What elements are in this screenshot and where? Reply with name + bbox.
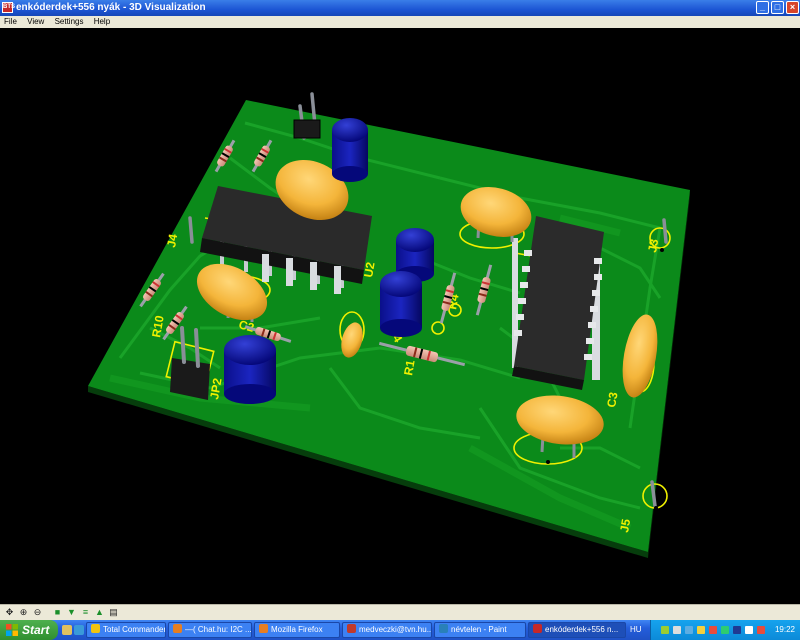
label-j4: J4 [164, 233, 180, 249]
tray-icon[interactable] [745, 626, 753, 634]
firefox-icon [173, 624, 182, 633]
taskbar-item[interactable]: medveczki@tvn.hu... [342, 622, 432, 638]
minimize-button[interactable]: _ [756, 1, 769, 14]
maximize-button[interactable]: □ [771, 1, 784, 14]
label-c3: C3 [604, 391, 621, 409]
menu-bar: File View Settings Help [0, 16, 800, 28]
menu-settings[interactable]: Settings [51, 16, 88, 26]
start-label: Start [22, 623, 50, 637]
paint-icon [439, 624, 448, 633]
component-icon[interactable]: ▲ [94, 607, 105, 618]
menu-file[interactable]: File [0, 16, 21, 26]
jumper-header-top [293, 119, 321, 139]
total-commander-icon [91, 624, 100, 633]
menu-help[interactable]: Help [90, 16, 114, 26]
system-tray: 19:22 [650, 620, 800, 640]
quicklaunch-icon[interactable] [62, 625, 72, 635]
taskbar-item-active[interactable]: enkóderdek+556 n... [528, 622, 626, 638]
taskbar: Start Total Commander ... —( Chat.hu: I2… [0, 620, 800, 640]
tray-icon[interactable] [673, 626, 681, 634]
view-toolstrip: ✥ ⊕ ⊖ ■ ▼ ≡ ▲ ▤ [0, 604, 800, 621]
board-color-icon[interactable]: ■ [52, 607, 63, 618]
mail-icon [347, 624, 356, 633]
tray-icon[interactable] [733, 626, 741, 634]
tray-icon[interactable] [721, 626, 729, 634]
tray-icon[interactable] [709, 626, 717, 634]
pcb-3d-render: J3 J5 C2 C3 C4 U2 U3 R1 R4 R10 JP2 J4 [88, 92, 690, 558]
app-icon: BTS [2, 2, 15, 13]
menu-view[interactable]: View [23, 16, 48, 26]
settings-icon[interactable]: ▤ [108, 607, 119, 618]
tray-icon[interactable] [757, 626, 765, 634]
window-title: enkóderdek+556 nyák - 3D Visualization [16, 2, 206, 13]
title-bar: BTS enkóderdek+556 nyák - 3D Visualizati… [0, 0, 800, 16]
label-j5: J5 [617, 518, 633, 534]
firefox-icon [259, 624, 268, 633]
taskbar-item[interactable]: Mozilla Firefox [254, 622, 340, 638]
taskbar-item[interactable]: névtelen - Paint [434, 622, 526, 638]
tray-icon[interactable] [685, 626, 693, 634]
app-icon [533, 624, 542, 633]
zoom-out-icon[interactable]: ⊖ [32, 607, 43, 618]
top-view-icon[interactable]: ▼ [66, 607, 77, 618]
pan-icon[interactable]: ✥ [4, 607, 15, 618]
3d-viewport[interactable]: J3 J5 C2 C3 C4 U2 U3 R1 R4 R10 JP2 J4 [0, 28, 800, 604]
windows-logo-icon [6, 624, 18, 636]
label-j3: J3 [645, 238, 661, 254]
start-button[interactable]: Start [0, 620, 58, 640]
clock[interactable]: 19:22 [775, 625, 795, 634]
quicklaunch-icon[interactable] [74, 625, 84, 635]
taskbar-item[interactable]: —( Chat.hu: I2C ... [168, 622, 252, 638]
tray-icon[interactable] [661, 626, 669, 634]
layer-icon[interactable]: ≡ [80, 607, 91, 618]
zoom-in-icon[interactable]: ⊕ [18, 607, 29, 618]
close-button[interactable]: × [786, 1, 799, 14]
label-r1: R1 [401, 359, 418, 377]
tray-icon[interactable] [697, 626, 705, 634]
language-indicator[interactable]: HU [630, 625, 642, 634]
taskbar-item[interactable]: Total Commander ... [86, 622, 166, 638]
